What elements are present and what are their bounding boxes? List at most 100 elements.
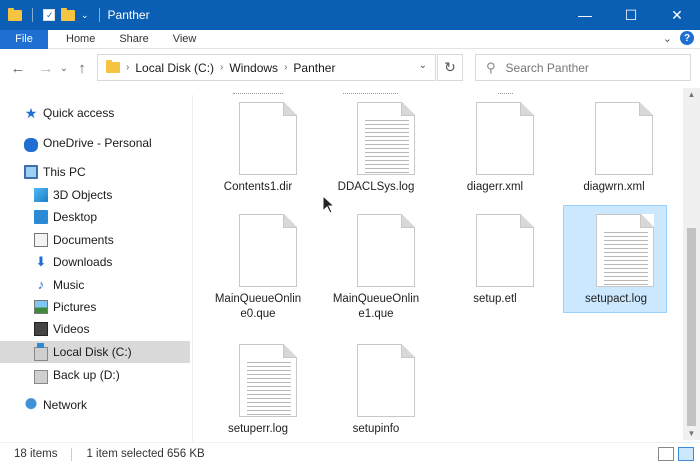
- drive-icon: [34, 369, 48, 384]
- file-name: MainQueueOnlin e1.que: [332, 293, 420, 320]
- file-name: DDACLSys.log: [337, 181, 415, 193]
- sidebar-item-label: Desktop: [53, 210, 98, 224]
- sidebar-item-downloads[interactable]: ⬇ Downloads: [0, 251, 190, 273]
- search-box[interactable]: ⚲ Search Panther: [475, 54, 691, 81]
- star-icon: ★: [24, 105, 38, 121]
- file-item[interactable]: setuperr.log: [206, 335, 310, 440]
- recent-locations-button[interactable]: ⌄: [57, 63, 71, 74]
- file-icon: [239, 214, 297, 287]
- details-view-icon[interactable]: [658, 447, 674, 461]
- network-icon: [24, 398, 38, 412]
- scrollbar-thumb[interactable]: [687, 228, 696, 426]
- music-icon: ♪: [37, 277, 45, 292]
- view-toggle: [658, 447, 694, 461]
- sidebar-item-label: This PC: [43, 165, 86, 179]
- close-button[interactable]: ✕: [654, 0, 700, 30]
- file-name: setupact.log: [584, 293, 647, 305]
- ribbon-tabs: File Home Share View ⌄ ?: [0, 29, 700, 49]
- navigation-pane: ★ Quick access OneDrive - Personal This …: [0, 95, 192, 442]
- tab-share[interactable]: Share: [107, 33, 160, 45]
- file-item[interactable]: MainQueueOnlin e0.que: [206, 205, 310, 320]
- toolbar-divider: [32, 8, 33, 22]
- file-item[interactable]: diagwrn.xml: [562, 93, 666, 201]
- file-item[interactable]: setupinfo: [324, 335, 428, 440]
- desktop-icon: [34, 210, 48, 224]
- expand-ribbon-icon[interactable]: ⌄: [663, 32, 672, 45]
- file-name: MainQueueOnlin e0.que: [214, 293, 302, 320]
- tab-home[interactable]: Home: [54, 33, 107, 45]
- sidebar-item-desktop[interactable]: Desktop: [0, 206, 190, 228]
- sidebar-item-documents[interactable]: Documents: [0, 229, 190, 251]
- customize-toolbar-icon[interactable]: ⌄: [81, 10, 89, 21]
- help-icon[interactable]: ?: [680, 31, 694, 45]
- file-item[interactable]: setup.etl: [443, 205, 547, 313]
- sidebar-item-label: Pictures: [53, 300, 97, 314]
- sidebar-item-3d-objects[interactable]: 3D Objects: [0, 184, 190, 206]
- file-name: Contents1.dir: [223, 181, 293, 193]
- breadcrumb-separator[interactable]: ›: [220, 62, 223, 73]
- scroll-down-icon[interactable]: ▼: [683, 429, 700, 438]
- breadcrumb-local-disk[interactable]: Local Disk (C:): [135, 61, 214, 75]
- minimize-button[interactable]: —: [562, 0, 608, 30]
- breadcrumb-windows[interactable]: Windows: [229, 61, 278, 75]
- new-folder-icon[interactable]: [61, 7, 75, 21]
- breadcrumb-separator[interactable]: ›: [126, 62, 129, 73]
- sidebar-item-label: Videos: [53, 322, 90, 336]
- vertical-scrollbar[interactable]: ▲ ▼: [683, 88, 700, 440]
- file-item[interactable]: DDACLSys.log: [324, 93, 428, 201]
- file-icon: [357, 214, 415, 287]
- sidebar-item-music[interactable]: ♪ Music: [0, 274, 190, 296]
- sidebar-item-label: Back up (D:): [53, 368, 120, 382]
- file-name: setupinfo: [352, 423, 400, 435]
- search-placeholder[interactable]: Search Panther: [506, 61, 589, 75]
- sidebar-item-backup-drive[interactable]: Back up (D:): [0, 364, 190, 386]
- scroll-up-icon[interactable]: ▲: [683, 90, 700, 99]
- sidebar-item-label: Downloads: [53, 255, 113, 269]
- window-title: Panther: [107, 8, 150, 22]
- file-name: setuperr.log: [227, 423, 289, 435]
- sidebar-item-quick-access[interactable]: ★ Quick access: [0, 102, 190, 124]
- address-bar[interactable]: › Local Disk (C:) › Windows › Panther ⌄: [97, 54, 436, 81]
- tab-view[interactable]: View: [161, 33, 209, 45]
- file-item[interactable]: Contents1.dir: [206, 93, 310, 201]
- back-button[interactable]: ←: [7, 60, 29, 77]
- sidebar-item-label: 3D Objects: [53, 188, 113, 202]
- status-divider: [71, 447, 73, 461]
- item-count: 18 items: [14, 448, 58, 460]
- folder-icon: [106, 60, 120, 73]
- search-icon: ⚲: [486, 59, 496, 75]
- forward-button[interactable]: →: [35, 60, 57, 77]
- sidebar-item-label: Local Disk (C:): [53, 345, 132, 359]
- file-icon: [476, 102, 534, 175]
- maximize-button[interactable]: ☐: [608, 0, 654, 30]
- sidebar-item-label: Documents: [53, 233, 114, 247]
- breadcrumb-panther[interactable]: Panther: [293, 61, 335, 75]
- file-item[interactable]: MainQueueOnlin e1.que: [324, 205, 428, 320]
- log-file-icon: [239, 344, 297, 417]
- address-dropdown-icon[interactable]: ⌄: [419, 60, 427, 71]
- cloud-icon: [24, 137, 38, 152]
- sidebar-item-onedrive[interactable]: OneDrive - Personal: [0, 132, 190, 154]
- toolbar-divider: [98, 8, 100, 22]
- file-icon: [476, 214, 534, 287]
- breadcrumb-separator[interactable]: ›: [284, 62, 287, 73]
- drive-icon: [34, 342, 48, 361]
- file-name: diagerr.xml: [466, 181, 524, 193]
- file-item-selected[interactable]: setupact.log: [563, 205, 667, 313]
- sidebar-item-videos[interactable]: Videos: [0, 318, 190, 340]
- sidebar-item-label: OneDrive - Personal: [43, 136, 152, 150]
- properties-icon[interactable]: ✓: [43, 9, 55, 21]
- refresh-button[interactable]: ↻: [437, 54, 463, 81]
- sidebar-item-pictures[interactable]: Pictures: [0, 296, 190, 318]
- up-button[interactable]: ↑: [71, 60, 93, 77]
- documents-icon: [34, 233, 48, 247]
- sidebar-item-network[interactable]: Network: [0, 394, 190, 416]
- file-item[interactable]: diagerr.xml: [443, 93, 547, 201]
- sidebar-item-label: Music: [53, 278, 85, 292]
- sidebar-item-local-disk[interactable]: Local Disk (C:): [0, 341, 190, 363]
- large-icons-view-icon[interactable]: [678, 447, 694, 461]
- sidebar-item-this-pc[interactable]: This PC: [0, 161, 190, 183]
- file-icon: [357, 344, 415, 417]
- pictures-icon: [34, 300, 48, 314]
- tab-file[interactable]: File: [0, 29, 48, 49]
